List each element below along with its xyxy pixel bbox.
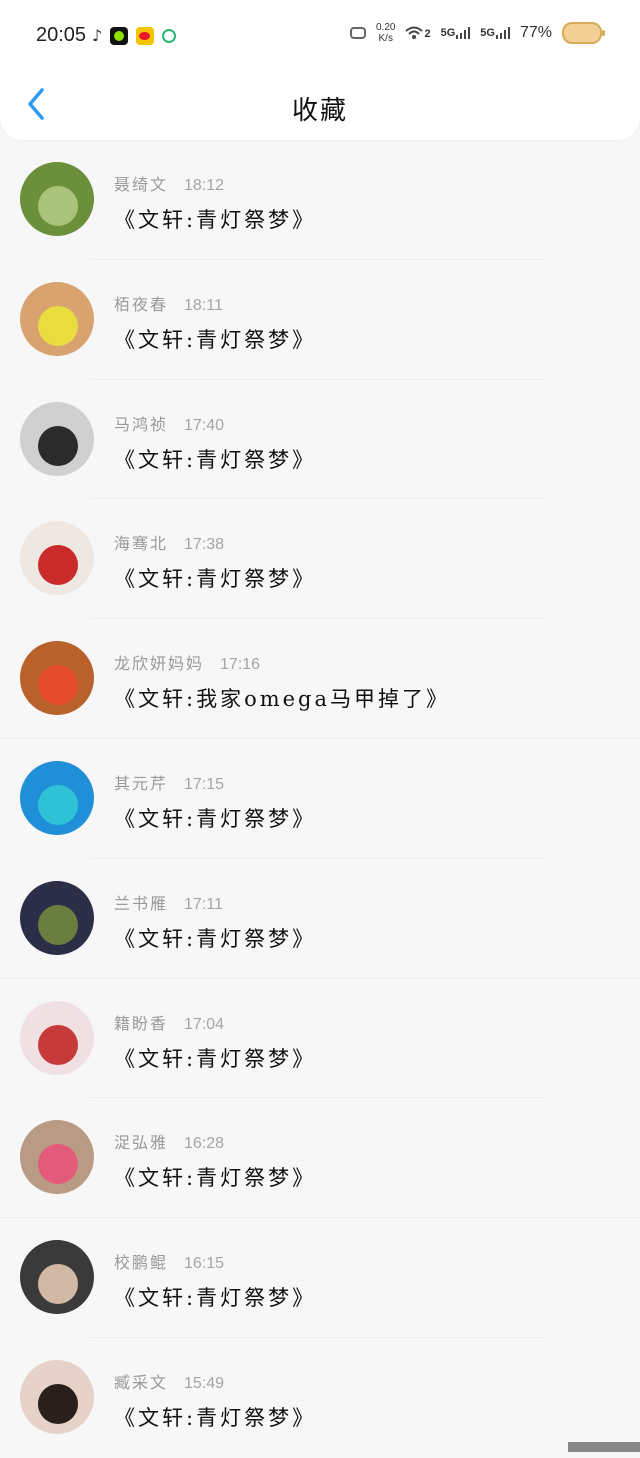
item-message: 《文轩:青灯祭梦》 xyxy=(114,447,317,472)
list-item[interactable]: 栢夜春 18:11 《文轩:青灯祭梦》 xyxy=(0,260,640,380)
item-message: 《文轩:青灯祭梦》 xyxy=(114,1405,317,1430)
network-speed: 0.20 K/s xyxy=(376,22,395,44)
item-message: 《文轩:青灯祭梦》 xyxy=(114,926,317,951)
avatar[interactable] xyxy=(20,1000,94,1075)
item-time: 16:28 xyxy=(184,1135,225,1153)
list-item[interactable]: 海骞北 17:38 《文轩:青灯祭梦》 xyxy=(0,499,640,620)
avatar[interactable] xyxy=(20,401,94,476)
list-item[interactable]: 校鹏鲲 16:15 《文轩:青灯祭梦》 xyxy=(0,1218,640,1338)
item-message: 《文轩:青灯祭梦》 xyxy=(114,327,317,352)
avatar[interactable] xyxy=(20,162,94,236)
list-item[interactable]: 聂绮文 18:12 《文轩:青灯祭梦》 xyxy=(0,140,640,260)
item-name: 栢夜春 xyxy=(114,294,169,314)
signal-icon-2: 5G xyxy=(480,27,510,39)
favorites-list: 聂绮文 18:12 《文轩:青灯祭梦》 栢夜春 18:11 《文轩:青灯祭梦》 马鸿… xyxy=(0,140,640,1458)
list-item[interactable]: 兰书雁 17:11 《文轩:青灯祭梦》 xyxy=(0,859,640,979)
item-time: 17:40 xyxy=(184,416,225,434)
item-name: 聂绮文 xyxy=(114,175,169,194)
avatar[interactable] xyxy=(20,1359,94,1434)
item-time: 18:12 xyxy=(184,177,225,194)
avatar[interactable] xyxy=(20,760,94,835)
item-name: 其元芹 xyxy=(114,773,169,793)
list-item[interactable]: 其元芹 17:15 《文轩:青灯祭梦》 xyxy=(0,739,640,859)
item-name: 兰书雁 xyxy=(114,893,169,913)
avatar[interactable] xyxy=(20,281,94,356)
network-speed-value: 0.20 xyxy=(376,22,396,33)
status-bar: 20:05 ♪ 0.20 K/s 2 5G 5G 77% xyxy=(0,0,640,70)
battery-icon xyxy=(562,22,605,44)
avatar[interactable] xyxy=(20,880,94,955)
app-notification-icon xyxy=(110,26,129,45)
music-icon: ♪ xyxy=(92,26,103,45)
item-time: 17:38 xyxy=(184,536,225,554)
item-time: 16:15 xyxy=(184,1255,225,1273)
item-name: 龙欣妍妈妈 xyxy=(114,654,205,674)
avatar[interactable] xyxy=(20,1120,94,1195)
network-speed-unit: K/s xyxy=(378,33,393,44)
app-notification-icon-2 xyxy=(162,28,177,43)
nav-bar: 收藏 xyxy=(0,70,640,140)
avatar[interactable] xyxy=(20,1240,94,1315)
signal-label-2: 5G xyxy=(480,27,495,39)
item-name: 浞弘雅 xyxy=(114,1133,169,1153)
home-indicator xyxy=(568,1442,640,1452)
list-item[interactable]: 龙欣妍妈妈 17:16 《文轩:我家omega马甲掉了》 xyxy=(0,619,640,739)
avatar[interactable] xyxy=(20,641,94,716)
item-time: 17:16 xyxy=(220,656,261,674)
item-message: 《文轩:青灯祭梦》 xyxy=(114,1046,317,1071)
item-time: 17:11 xyxy=(184,895,223,913)
wifi-label: 2 xyxy=(424,28,431,40)
nfc-icon xyxy=(350,27,366,39)
item-name: 籍盼香 xyxy=(114,1013,169,1033)
weibo-icon xyxy=(136,26,155,45)
item-message: 《文轩:青灯祭梦》 xyxy=(114,208,317,232)
item-time: 17:15 xyxy=(184,775,225,793)
list-item[interactable]: 籍盼香 17:04 《文轩:青灯祭梦》 xyxy=(0,979,640,1099)
system-icons: 0.20 K/s 2 5G 5G 77% xyxy=(350,22,605,44)
item-name: 马鸿祯 xyxy=(114,414,169,434)
item-message: 《文轩:我家omega马甲掉了》 xyxy=(114,687,451,712)
status-time: 20:05 xyxy=(36,24,87,46)
item-time: 15:49 xyxy=(184,1374,225,1392)
list-item[interactable]: 浞弘雅 16:28 《文轩:青灯祭梦》 xyxy=(0,1098,640,1219)
item-message: 《文轩:青灯祭梦》 xyxy=(114,1166,317,1191)
list-item[interactable]: 马鸿祯 17:40 《文轩:青灯祭梦》 xyxy=(0,380,640,500)
item-time: 18:11 xyxy=(184,296,223,314)
item-name: 海骞北 xyxy=(114,534,169,554)
avatar[interactable] xyxy=(20,521,94,596)
top-bar: 20:05 ♪ 0.20 K/s 2 5G 5G 77% 收藏 xyxy=(0,0,640,140)
signal-icon-1: 5G xyxy=(441,27,471,39)
wifi-icon: 2 xyxy=(405,26,431,40)
battery-percent: 77% xyxy=(519,24,552,41)
notification-icons: ♪ xyxy=(92,26,177,45)
item-message: 《文轩:青灯祭梦》 xyxy=(114,567,317,592)
list-item[interactable]: 臧采文 15:49 《文轩:青灯祭梦》 xyxy=(0,1338,640,1458)
item-message: 《文轩:青灯祭梦》 xyxy=(114,1286,317,1311)
item-time: 17:04 xyxy=(184,1015,225,1033)
item-message: 《文轩:青灯祭梦》 xyxy=(114,806,317,831)
page-title: 收藏 xyxy=(291,96,348,126)
item-name: 校鹏鲲 xyxy=(114,1253,169,1273)
item-name: 臧采文 xyxy=(114,1372,169,1392)
signal-label-1: 5G xyxy=(440,27,456,39)
